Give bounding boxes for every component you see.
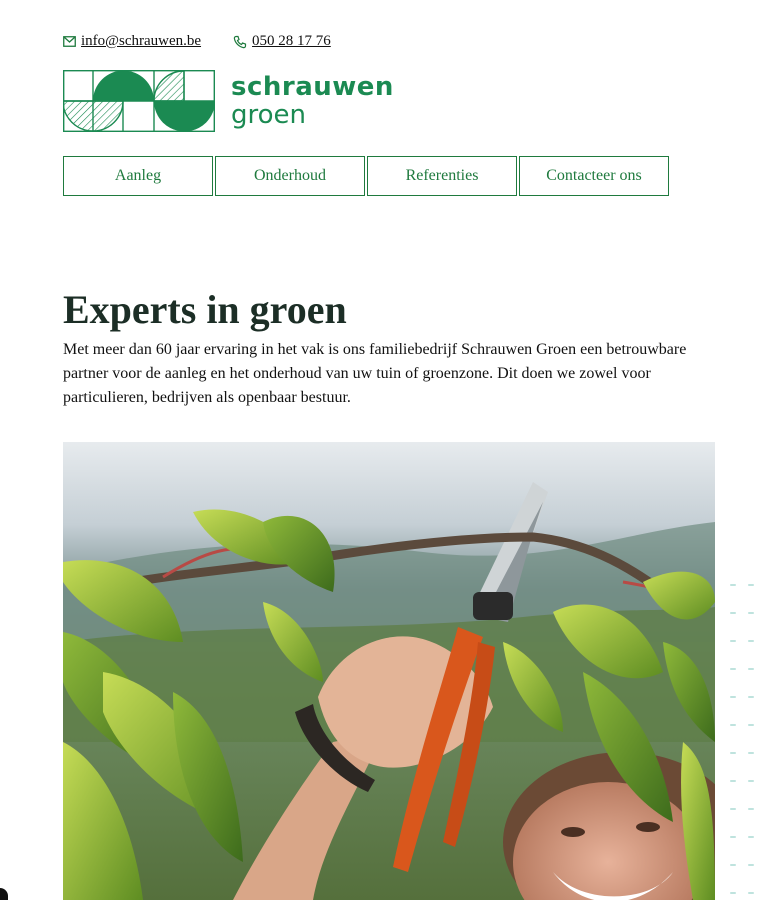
logo-mark-icon (63, 70, 215, 132)
decorative-dots (730, 584, 754, 894)
email-contact: info@schrauwen.be (63, 33, 201, 50)
corner-decoration (0, 888, 8, 900)
hero-image (63, 442, 715, 900)
pruning-photo-image (63, 442, 715, 900)
contact-bar: info@schrauwen.be 050 28 17 76 (63, 33, 363, 50)
nav-contacteer-ons[interactable]: Contacteer ons (519, 156, 669, 196)
phone-contact: 050 28 17 76 (233, 33, 331, 50)
main-nav: Aanleg Onderhoud Referenties Contacteer … (63, 156, 671, 196)
nav-onderhoud[interactable]: Onderhoud (215, 156, 365, 196)
phone-icon (233, 35, 247, 48)
logo-wordmark: schrauwen groen (231, 74, 394, 128)
brand-logo[interactable]: schrauwen groen (63, 70, 394, 132)
page-title: Experts in groen (63, 287, 347, 332)
logo-line2: groen (231, 100, 307, 130)
phone-link[interactable]: 050 28 17 76 (252, 33, 331, 50)
email-link[interactable]: info@schrauwen.be (81, 33, 201, 50)
intro-paragraph: Met meer dan 60 jaar ervaring in het vak… (63, 341, 687, 406)
logo-line1: schrauwen (231, 72, 394, 102)
nav-referenties[interactable]: Referenties (367, 156, 517, 196)
envelope-icon (63, 36, 76, 47)
nav-aanleg[interactable]: Aanleg (63, 156, 213, 196)
